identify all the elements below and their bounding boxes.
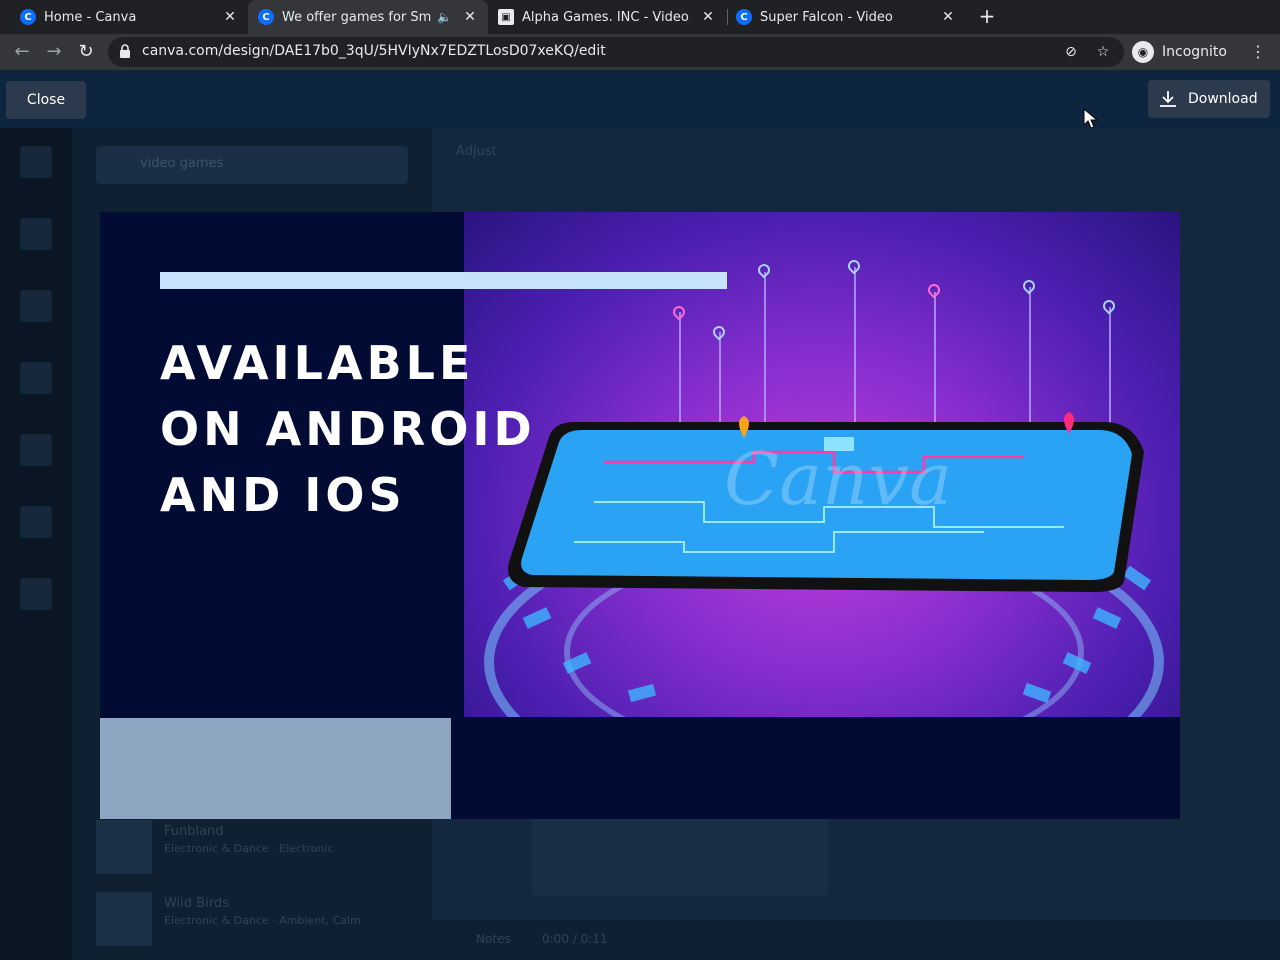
styles-icon: [20, 434, 52, 466]
close-icon[interactable]: ✕: [700, 9, 716, 25]
templates-icon: [20, 146, 52, 178]
close-icon[interactable]: ✕: [222, 9, 238, 25]
canva-icon: C: [736, 9, 752, 25]
list-item-title: Funbland: [164, 824, 224, 839]
tab-title: We offer games for Sm: [282, 9, 432, 25]
browser-tab-bar: C Home - Canva ✕ C We offer games for Sm…: [0, 0, 1280, 34]
new-tab-button[interactable]: +: [976, 4, 998, 30]
mouse-cursor-icon: [1083, 108, 1099, 129]
address-bar[interactable]: canva.com/design/DAE17b0_3qU/5HVIyNx7EDZ…: [108, 37, 1124, 67]
close-preview-button[interactable]: Close: [6, 81, 86, 119]
notes-label: Notes: [476, 932, 511, 946]
time-label: 0:00 / 0:11: [542, 932, 608, 946]
tab-home-canva[interactable]: C Home - Canva ✕: [0, 0, 248, 34]
search-input: video games: [96, 146, 408, 184]
tab-title: Super Falcon - Video: [760, 9, 893, 25]
list-item-title: Wild Birds: [164, 896, 229, 911]
incognito-indicator[interactable]: ◉ Incognito: [1132, 38, 1227, 66]
adjust-label: Adjust: [456, 144, 497, 159]
headline-line: AND IOS: [160, 468, 406, 522]
design-preview: Canva AVAILABLE ON ANDROID AND IOS: [100, 212, 1180, 819]
canva-icon: C: [258, 9, 274, 25]
reload-icon[interactable]: ↻: [74, 40, 98, 64]
close-icon[interactable]: ✕: [462, 9, 478, 25]
tab-super-falcon[interactable]: C Super Falcon - Video ✕: [728, 0, 966, 34]
download-icon: [1160, 91, 1176, 107]
audio-icon: [20, 506, 52, 538]
canva-watermark: Canva: [724, 437, 952, 521]
list-item-subtitle: Electronic & Dance · Ambient, Calm: [164, 914, 361, 927]
timeline-track: [532, 816, 828, 896]
speaker-icon[interactable]: 🔈: [437, 10, 452, 24]
headline-line: AVAILABLE: [160, 336, 475, 390]
accent-block: [100, 718, 451, 819]
download-label: Download: [1188, 91, 1258, 107]
elements-icon: [20, 218, 52, 250]
browser-toolbar: ← → ↻ canva.com/design/DAE17b0_3qU/5HVIy…: [0, 34, 1280, 70]
map-pin-icon: [1020, 277, 1038, 295]
map-pin-icon: [1100, 297, 1118, 315]
text-icon: [20, 362, 52, 394]
url-text: canva.com/design/DAE17b0_3qU/5HVIyNx7EDZ…: [142, 43, 606, 59]
list-item-subtitle: Electronic & Dance · Electronic: [164, 842, 334, 855]
tab-active-design[interactable]: C We offer games for Sm 🔈 ✕: [248, 0, 488, 34]
headline-line: ON ANDROID: [160, 402, 536, 456]
list-item-thumbnail: [96, 892, 152, 946]
more-icon: [20, 578, 52, 610]
editor-sidebar: [0, 128, 72, 960]
tab-title: Alpha Games. INC - Video: [522, 9, 689, 25]
eye-off-icon[interactable]: ⊘: [1062, 43, 1080, 61]
lock-icon: [120, 44, 130, 58]
headline: AVAILABLE ON ANDROID AND IOS: [160, 330, 680, 528]
forward-icon[interactable]: →: [42, 40, 66, 64]
list-item-thumbnail: [96, 820, 152, 874]
uploads-icon: [20, 290, 52, 322]
tab-alpha-games[interactable]: ▣ Alpha Games. INC - Video ✕: [488, 0, 726, 34]
map-pin-icon: [925, 281, 943, 299]
incognito-icon: ◉: [1132, 41, 1154, 63]
more-menu-icon[interactable]: ⋮: [1248, 42, 1268, 62]
download-button[interactable]: Download: [1148, 80, 1270, 118]
accent-bar: [160, 272, 727, 289]
tab-title: Home - Canva: [44, 9, 137, 25]
map-pin-icon: [710, 323, 728, 341]
document-icon: ▣: [498, 9, 514, 25]
back-icon[interactable]: ←: [10, 40, 34, 64]
map-pin-icon: [755, 261, 773, 279]
incognito-label: Incognito: [1162, 44, 1227, 60]
map-pin-icon: [845, 257, 863, 275]
star-icon[interactable]: ☆: [1094, 43, 1112, 61]
canva-icon: C: [20, 9, 36, 25]
map-pin-icon: [670, 303, 688, 321]
close-icon[interactable]: ✕: [940, 9, 956, 25]
